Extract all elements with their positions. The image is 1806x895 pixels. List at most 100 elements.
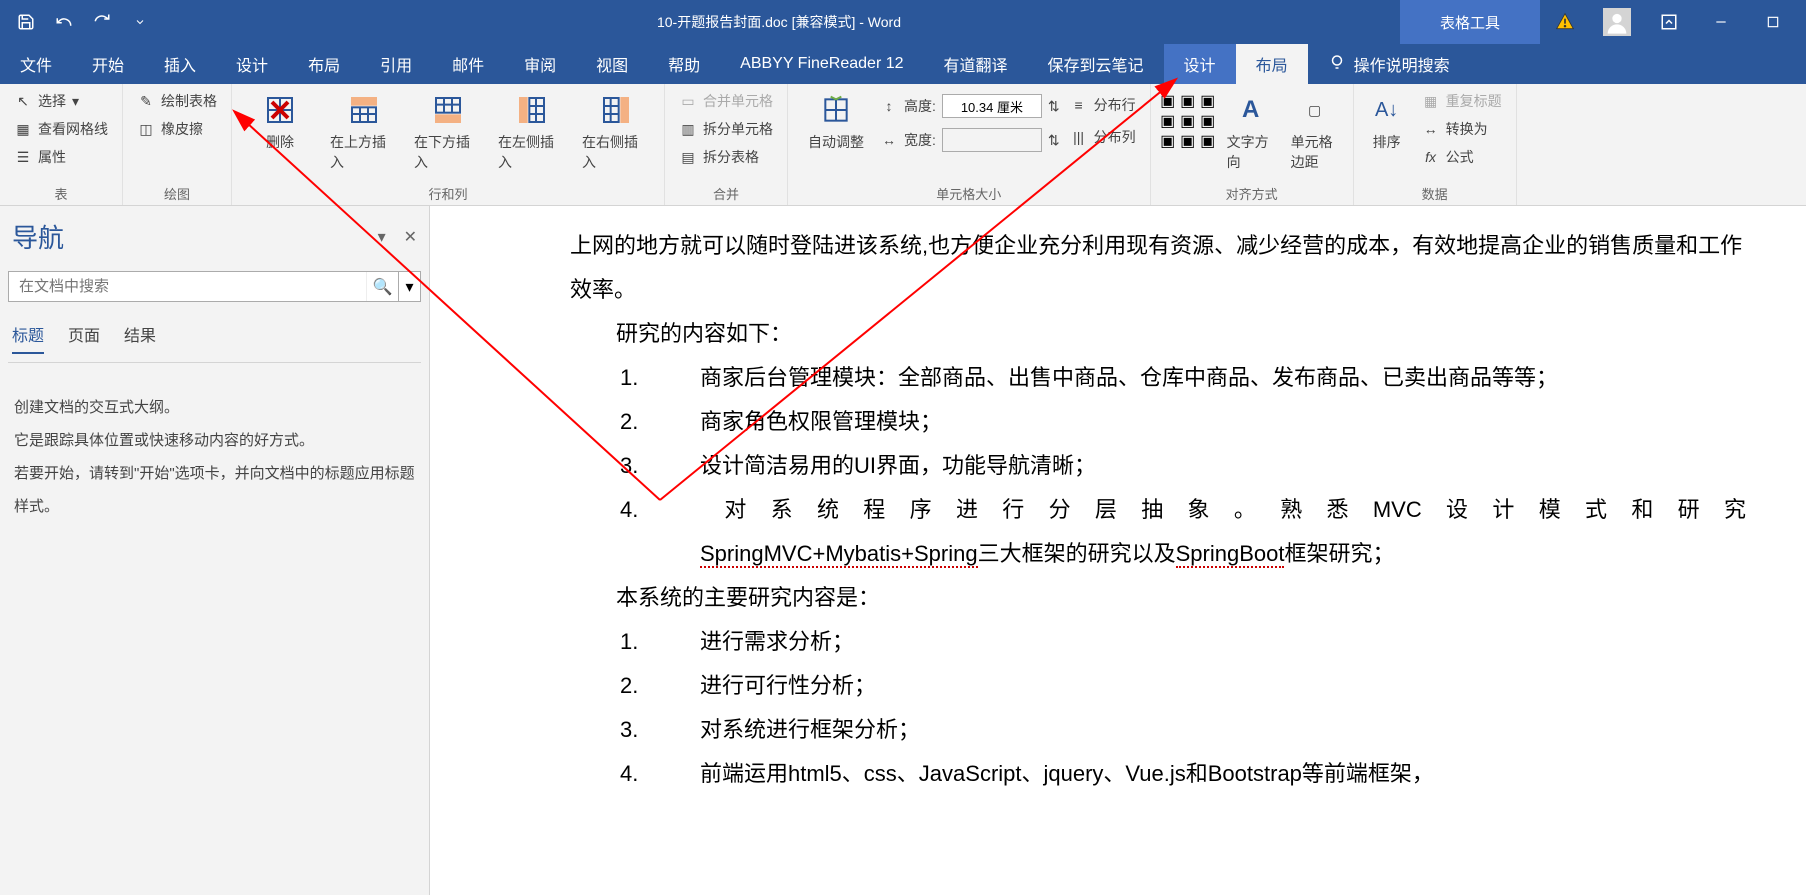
eraser-icon: ◫ — [137, 120, 155, 138]
insert-below-button[interactable]: 在下方插入 — [408, 88, 488, 176]
undo-icon[interactable] — [46, 4, 82, 40]
search-icon[interactable]: 🔍 — [366, 272, 398, 301]
nav-search-input[interactable] — [9, 272, 366, 301]
tab-help[interactable]: 帮助 — [648, 44, 720, 84]
split-table-button[interactable]: ▤拆分表格 — [673, 144, 779, 170]
doc-list-item: 1.商家后台管理模块：全部商品、出售中商品、仓库中商品、发布商品、已卖出商品等等… — [570, 356, 1746, 400]
width-input[interactable] — [942, 128, 1042, 152]
formula-button[interactable]: fx公式 — [1416, 144, 1508, 170]
tab-layout[interactable]: 布局 — [288, 44, 360, 84]
distribute-rows-button[interactable]: ≡分布行 — [1064, 92, 1142, 118]
pencil-icon: ✎ — [137, 92, 155, 110]
doc-list-item: 2.商家角色权限管理模块； — [570, 400, 1746, 444]
maximize-icon[interactable] — [1748, 0, 1798, 44]
nav-body: 创建文档的交互式大纲。 它是跟踪具体位置或快速移动内容的好方式。 若要开始，请转… — [8, 363, 421, 551]
doc-list-item-continued: SpringMVC+Mybatis+Spring三大框架的研究以及SpringB… — [570, 532, 1746, 576]
tab-mailings[interactable]: 邮件 — [432, 44, 504, 84]
nav-tab-pages[interactable]: 页面 — [68, 322, 100, 354]
sort-icon: A↓ — [1369, 92, 1405, 128]
tab-youdao[interactable]: 有道翻译 — [924, 44, 1028, 84]
chevron-down-icon: ▾ — [72, 93, 79, 110]
tab-home[interactable]: 开始 — [72, 44, 144, 84]
context-tab-label: 表格工具 — [1400, 0, 1540, 44]
repeat-header-button[interactable]: ▦重复标题 — [1416, 88, 1508, 114]
cell-margins-button[interactable]: ▢单元格边距 — [1285, 88, 1345, 176]
titlebar: 10-开题报告封面.doc [兼容模式] - Word 表格工具 — [0, 0, 1806, 44]
tell-me-search[interactable]: 操作说明搜索 — [1308, 44, 1470, 84]
group-table-label: 表 — [8, 182, 114, 203]
group-alignment-label: 对齐方式 — [1159, 182, 1345, 203]
convert-icon: ↔ — [1422, 120, 1440, 138]
spinner-icon[interactable]: ⇅ — [1048, 98, 1060, 115]
menubar: 文件 开始 插入 设计 布局 引用 邮件 审阅 视图 帮助 ABBYY Fine… — [0, 44, 1806, 84]
view-gridlines-button[interactable]: ▦查看网格线 — [8, 116, 114, 142]
sort-button[interactable]: A↓排序 — [1362, 88, 1412, 156]
spinner-icon[interactable]: ⇅ — [1048, 132, 1060, 149]
insert-right-button[interactable]: 在右侧插入 — [576, 88, 656, 176]
insert-left-button[interactable]: 在左侧插入 — [492, 88, 572, 176]
navigation-pane: 导航 ▾ ✕ 🔍 ▾ 标题 页面 结果 创建文档的交互式大纲。 它是跟踪具体位置… — [0, 206, 430, 895]
nav-hint-2: 它是跟踪具体位置或快速移动内容的好方式。 — [14, 424, 415, 457]
warning-icon[interactable] — [1540, 0, 1590, 44]
properties-button[interactable]: ☰属性 — [8, 144, 114, 170]
search-dropdown-icon[interactable]: ▾ — [398, 272, 420, 301]
tab-cloud[interactable]: 保存到云笔记 — [1028, 44, 1164, 84]
merge-cells-button[interactable]: ▭合并单元格 — [673, 88, 779, 114]
grid-icon: ▦ — [14, 120, 32, 138]
autofit-button[interactable]: 自动调整 — [796, 88, 876, 156]
doc-list-item: 3.设计简洁易用的UI界面，功能导航清晰； — [570, 444, 1746, 488]
text-direction-button[interactable]: A文字方向 — [1221, 88, 1281, 176]
tab-design[interactable]: 设计 — [216, 44, 288, 84]
formula-icon: fx — [1422, 148, 1440, 166]
tab-insert[interactable]: 插入 — [144, 44, 216, 84]
tell-me-label: 操作说明搜索 — [1354, 52, 1450, 76]
tab-table-layout[interactable]: 布局 — [1236, 44, 1308, 84]
delete-button[interactable]: 删除 — [240, 88, 320, 156]
repeat-header-icon: ▦ — [1422, 92, 1440, 110]
nav-close-icon[interactable]: ✕ — [404, 227, 417, 247]
document-area[interactable]: 上网的地方就可以随时登陆进该系统,也方便企业充分利用现有资源、减少经营的成本，有… — [430, 206, 1806, 895]
group-merge-label: 合并 — [673, 182, 779, 203]
properties-icon: ☰ — [14, 148, 32, 166]
tab-references[interactable]: 引用 — [360, 44, 432, 84]
distribute-cols-button[interactable]: |||分布列 — [1064, 124, 1142, 150]
draw-table-button[interactable]: ✎绘制表格 — [131, 88, 223, 114]
nav-tabs: 标题 页面 结果 — [8, 314, 421, 363]
width-row: ↔ 宽度: ⇅ — [880, 126, 1060, 154]
doc-list-item: 1.进行需求分析； — [570, 620, 1746, 664]
minimize-icon[interactable] — [1696, 0, 1746, 44]
save-icon[interactable] — [8, 4, 44, 40]
insert-below-icon — [430, 92, 466, 128]
insert-above-button[interactable]: 在上方插入 — [324, 88, 404, 176]
account-icon[interactable] — [1592, 0, 1642, 44]
nav-hint-1: 创建文档的交互式大纲。 — [14, 391, 415, 424]
tab-view[interactable]: 视图 — [576, 44, 648, 84]
nav-tab-results[interactable]: 结果 — [124, 322, 156, 354]
doc-list-item: 4.对系统程序进行分层抽象。熟悉MVC设计模式和研究 — [570, 488, 1746, 532]
nav-dropdown-icon[interactable]: ▾ — [378, 227, 386, 247]
qat-more-icon[interactable] — [122, 4, 158, 40]
height-icon: ↕ — [880, 97, 898, 115]
select-button[interactable]: ↖选择▾ — [8, 88, 114, 114]
ribbon: ↖选择▾ ▦查看网格线 ☰属性 表 ✎绘制表格 ◫橡皮擦 绘图 删除 在上方插入… — [0, 84, 1806, 206]
tab-file[interactable]: 文件 — [0, 44, 72, 84]
document-content[interactable]: 上网的地方就可以随时登陆进该系统,也方便企业充分利用现有资源、减少经营的成本，有… — [430, 206, 1806, 796]
tab-review[interactable]: 审阅 — [504, 44, 576, 84]
convert-button[interactable]: ↔转换为 — [1416, 116, 1508, 142]
redo-icon[interactable] — [84, 4, 120, 40]
tab-abbyy[interactable]: ABBYY FineReader 12 — [720, 44, 923, 84]
delete-icon — [262, 92, 298, 128]
merge-icon: ▭ — [679, 92, 697, 110]
split-cells-icon: ▥ — [679, 120, 697, 138]
alignment-grid[interactable]: ▣▣▣ ▣▣▣ ▣▣▣ — [1159, 88, 1217, 150]
eraser-button[interactable]: ◫橡皮擦 — [131, 116, 223, 142]
split-cells-button[interactable]: ▥拆分单元格 — [673, 116, 779, 142]
insert-above-icon — [346, 92, 382, 128]
tab-table-design[interactable]: 设计 — [1164, 44, 1236, 84]
ribbon-options-icon[interactable] — [1644, 0, 1694, 44]
height-input[interactable] — [942, 94, 1042, 118]
nav-tab-headings[interactable]: 标题 — [12, 322, 44, 354]
group-draw-label: 绘图 — [131, 182, 223, 203]
insert-right-icon — [598, 92, 634, 128]
autofit-icon — [818, 92, 854, 128]
